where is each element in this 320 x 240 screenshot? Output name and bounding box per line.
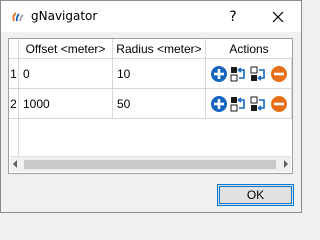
- remove-icon[interactable]: [270, 95, 288, 113]
- actions-cell: [206, 89, 292, 119]
- help-button[interactable]: ?: [221, 5, 245, 29]
- dialog-window: gNavigator ? Offset <meter> Radius <mete…: [0, 0, 302, 213]
- waypoint-table[interactable]: Offset <meter> Radius <meter> Actions 1 …: [8, 38, 293, 174]
- scrollbar-thumb[interactable]: [24, 160, 276, 169]
- offset-cell[interactable]: 0: [19, 59, 113, 89]
- add-icon[interactable]: [210, 65, 228, 83]
- remove-icon[interactable]: [270, 65, 288, 83]
- insert-before-icon[interactable]: [230, 65, 248, 83]
- title-bar: gNavigator ?: [1, 1, 301, 32]
- scroll-left-icon[interactable]: [13, 160, 17, 168]
- window-title: gNavigator: [31, 9, 98, 23]
- radius-cell[interactable]: 10: [113, 59, 206, 89]
- row-header[interactable]: 2: [9, 89, 19, 119]
- offset-cell[interactable]: 1000: [19, 89, 113, 119]
- actions-cell: [206, 59, 292, 89]
- ok-button[interactable]: OK: [217, 184, 294, 206]
- horizontal-scrollbar[interactable]: [10, 156, 291, 172]
- table-corner: [9, 39, 19, 59]
- radius-cell[interactable]: 50: [113, 89, 206, 119]
- insert-after-icon[interactable]: [250, 65, 268, 83]
- column-header-radius[interactable]: Radius <meter>: [113, 39, 206, 59]
- ok-button-label: OK: [246, 188, 265, 202]
- close-icon[interactable]: [263, 4, 293, 30]
- insert-before-icon[interactable]: [230, 95, 248, 113]
- add-icon[interactable]: [210, 95, 228, 113]
- app-logo-icon: [12, 12, 24, 22]
- row-header[interactable]: 1: [9, 59, 19, 89]
- insert-after-icon[interactable]: [250, 95, 268, 113]
- column-header-offset[interactable]: Offset <meter>: [19, 39, 113, 59]
- column-header-actions[interactable]: Actions: [206, 39, 292, 59]
- row-header-filler: [9, 119, 19, 157]
- scroll-right-icon[interactable]: [284, 160, 288, 168]
